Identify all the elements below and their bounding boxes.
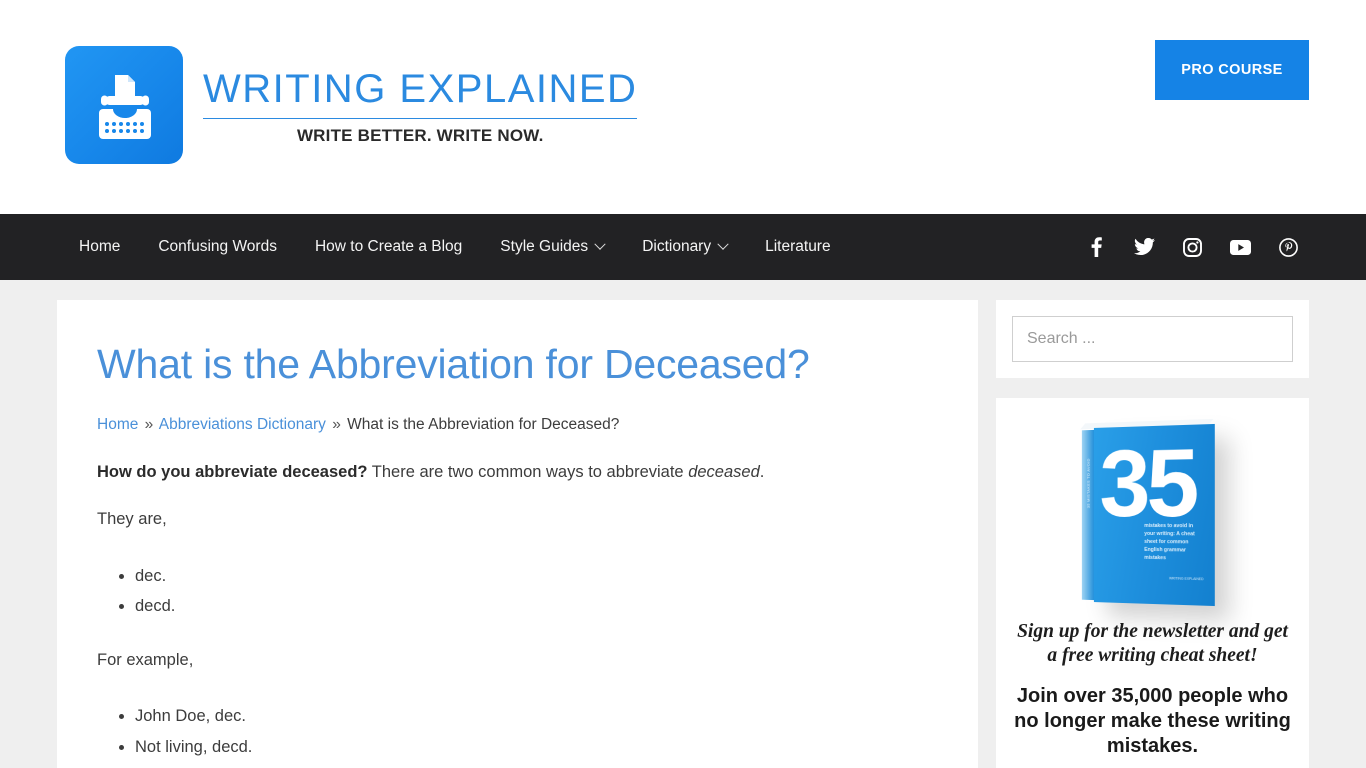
nav-item-label: Literature bbox=[765, 238, 831, 255]
search-widget bbox=[996, 300, 1309, 378]
chevron-down-icon bbox=[594, 238, 606, 250]
breadcrumb-separator: » bbox=[144, 415, 154, 433]
breadcrumb-home[interactable]: Home bbox=[97, 416, 138, 433]
nav-item-label: How to Create a Blog bbox=[314, 238, 463, 255]
logo-divider bbox=[203, 117, 638, 119]
example-list: John Doe, dec. Not living, decd. bbox=[97, 703, 938, 760]
logo-title: WRITING EXPLAINED bbox=[203, 66, 638, 111]
article-body: How do you abbreviate deceased? There ar… bbox=[97, 460, 938, 760]
nav-item-label: Dictionary bbox=[642, 238, 712, 255]
page-title: What is the Abbreviation for Deceased? bbox=[97, 341, 810, 387]
list-item: Not living, decd. bbox=[135, 734, 938, 760]
main-content: What is the Abbreviation for Deceased? H… bbox=[57, 300, 978, 768]
list-item: John Doe, dec. bbox=[135, 703, 938, 729]
lead-paragraph: How do you abbreviate deceased? There ar… bbox=[97, 460, 938, 486]
nav-list: Home Confusing Words How to Create a Blo… bbox=[57, 238, 850, 256]
main-navigation: Home Confusing Words How to Create a Blo… bbox=[0, 214, 1366, 280]
paragraph-they-are: They are, bbox=[97, 510, 167, 529]
breadcrumb-separator: » bbox=[332, 415, 341, 433]
site-logo[interactable]: WRITING EXPLAINED WRITE BETTER. WRITE NO… bbox=[65, 46, 638, 164]
book-byline: WRITING EXPLAINED bbox=[1168, 576, 1204, 582]
promo-subheadline: Join over 35,000 people who no longer ma… bbox=[1014, 684, 1291, 757]
pinterest-icon[interactable] bbox=[1277, 236, 1299, 258]
promo-headline: Sign up for the newsletter and get a fre… bbox=[1017, 621, 1288, 666]
book-subtitle: mistakes to avoid in your writing: A che… bbox=[1143, 522, 1195, 562]
book-front-cover: 35 mistakes to avoid in your writing: A … bbox=[1093, 423, 1215, 607]
twitter-icon[interactable] bbox=[1133, 236, 1155, 258]
list-item: decd. bbox=[135, 593, 938, 619]
breadcrumb: Home » Abbreviations Dictionary » What i… bbox=[97, 416, 938, 434]
nav-item-how-to-create-a-blog[interactable]: How to Create a Blog bbox=[296, 238, 481, 256]
youtube-icon[interactable] bbox=[1229, 236, 1251, 258]
nav-item-dictionary[interactable]: Dictionary bbox=[623, 238, 746, 256]
pro-course-button[interactable]: PRO COURSE bbox=[1155, 40, 1309, 100]
ebook-cover-image: 35 MISTAKES TO AVOID 35 mistakes to avoi… bbox=[1012, 418, 1293, 610]
search-input[interactable] bbox=[1012, 316, 1293, 362]
newsletter-promo-widget: 35 MISTAKES TO AVOID 35 mistakes to avoi… bbox=[996, 398, 1309, 768]
nav-item-label: Confusing Words bbox=[158, 238, 277, 255]
book-spine: 35 MISTAKES TO AVOID bbox=[1081, 429, 1095, 601]
instagram-icon[interactable] bbox=[1181, 236, 1203, 258]
sidebar: 35 MISTAKES TO AVOID 35 mistakes to avoi… bbox=[996, 300, 1309, 768]
logo-wordmark: WRITING EXPLAINED WRITE BETTER. WRITE NO… bbox=[203, 65, 638, 146]
lead-emphasis: deceased bbox=[688, 462, 760, 481]
nav-item-home[interactable]: Home bbox=[57, 238, 139, 256]
lead-question: How do you abbreviate deceased? bbox=[97, 462, 368, 481]
book-3d: 35 MISTAKES TO AVOID 35 mistakes to avoi… bbox=[1079, 418, 1215, 607]
typewriter-icon bbox=[65, 46, 183, 164]
facebook-icon[interactable] bbox=[1085, 236, 1107, 258]
breadcrumb-category[interactable]: Abbreviations Dictionary bbox=[159, 416, 326, 433]
nav-item-label: Style Guides bbox=[500, 238, 589, 255]
nav-item-style-guides[interactable]: Style Guides bbox=[481, 238, 623, 256]
book-number: 35 bbox=[1099, 428, 1195, 538]
nav-item-confusing-words[interactable]: Confusing Words bbox=[139, 238, 296, 256]
lead-text-before: There are two common ways to abbreviate bbox=[367, 462, 689, 481]
book-spine-text: 35 MISTAKES TO AVOID bbox=[1085, 458, 1091, 509]
social-links bbox=[1085, 236, 1299, 258]
paragraph-for-example: For example, bbox=[97, 650, 194, 669]
header-inner: WRITING EXPLAINED WRITE BETTER. WRITE NO… bbox=[57, 0, 1309, 214]
page-wrapper: What is the Abbreviation for Deceased? H… bbox=[57, 280, 1309, 768]
breadcrumb-current: What is the Abbreviation for Deceased? bbox=[347, 415, 620, 433]
nav-inner: Home Confusing Words How to Create a Blo… bbox=[57, 214, 1309, 280]
list-item: dec. bbox=[135, 563, 938, 589]
promo-inner: 35 MISTAKES TO AVOID 35 mistakes to avoi… bbox=[1012, 418, 1293, 768]
nav-item-label: Home bbox=[79, 238, 121, 255]
nav-item-literature[interactable]: Literature bbox=[746, 238, 849, 256]
lead-text-after: . bbox=[759, 462, 765, 481]
logo-tagline: WRITE BETTER. WRITE NOW. bbox=[296, 125, 544, 145]
abbreviation-list: dec. decd. bbox=[97, 563, 938, 620]
site-header: WRITING EXPLAINED WRITE BETTER. WRITE NO… bbox=[0, 0, 1366, 214]
chevron-down-icon bbox=[717, 238, 729, 250]
